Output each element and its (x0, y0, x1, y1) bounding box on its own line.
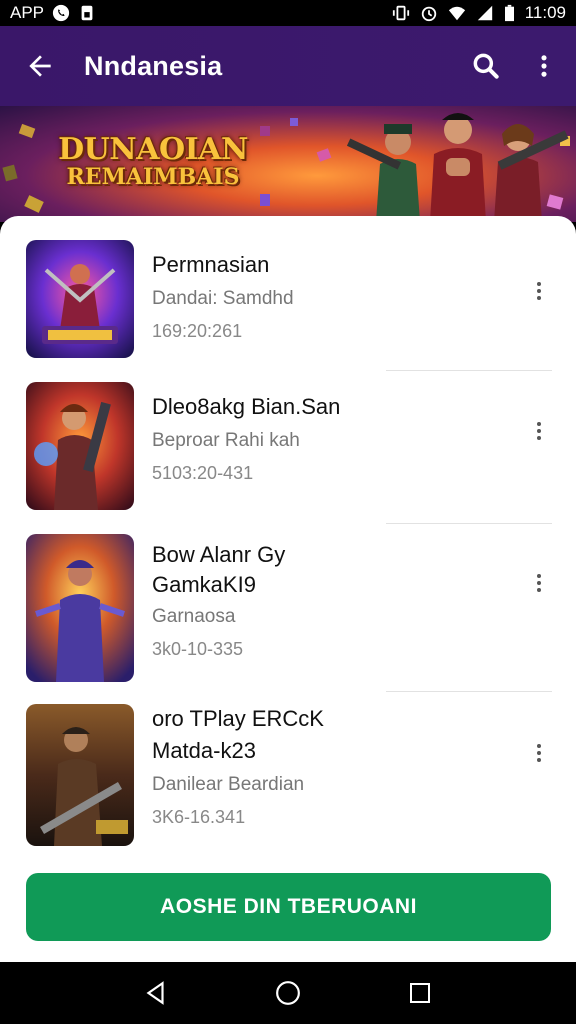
game-thumbnail (26, 704, 134, 846)
item-title-line2: Matda-k23 (152, 738, 256, 763)
item-developer: Danilear Beardian (152, 774, 305, 795)
banner-title-line2: REMAIMBAIS (66, 163, 240, 190)
item-title: Dleo8akg Bian.San (152, 394, 341, 419)
item-developer: Beproar Rahi kah (152, 430, 300, 451)
item-title-line1: oro TPlay ERCcK (152, 706, 324, 731)
promo-banner[interactable]: DUNAOIAN REMAIMBAIS (0, 106, 576, 222)
app-bar: Nndanesia (0, 26, 576, 106)
sim-icon (81, 5, 93, 21)
vibrate-icon (392, 5, 409, 21)
system-nav-bar (0, 962, 576, 1024)
item-title-line1: Bow Alanr Gy (152, 542, 286, 567)
nav-back-button[interactable] (136, 973, 176, 1013)
more-vert-icon (541, 55, 547, 77)
item-more-button[interactable] (526, 416, 552, 446)
app-list-sheet: Permnasian Dandai: Samdhd 169:20:261 Dle… (0, 216, 576, 962)
list-item[interactable]: Dleo8akg Bian.San Beproar Rahi kah 5103:… (0, 382, 576, 512)
status-bar: APP 11:09 (0, 0, 576, 26)
back-button[interactable] (12, 38, 68, 94)
list-item[interactable]: oro TPlay ERCcK Matda-k23 Danilear Beard… (0, 704, 576, 846)
search-button[interactable] (462, 42, 510, 90)
battery-icon (504, 4, 514, 22)
nav-back-icon (146, 981, 164, 1005)
list-item[interactable]: Permnasian Dandai: Samdhd 169:20:261 (0, 240, 576, 360)
signal-icon (477, 5, 492, 21)
item-meta: 3K6-16.341 (152, 807, 246, 827)
nav-recents-button[interactable] (400, 973, 440, 1013)
item-meta: 169:20:261 (152, 321, 243, 341)
app-title: Nndanesia (84, 50, 223, 81)
item-title-line2: GamkaKI9 (152, 572, 256, 597)
item-more-button[interactable] (526, 738, 552, 768)
wifi-icon (448, 6, 465, 21)
nav-recents-icon (410, 983, 430, 1003)
game-thumbnail (26, 240, 134, 358)
banner-title-line1: DUNAOIAN (58, 132, 248, 167)
item-more-button[interactable] (526, 568, 552, 598)
item-developer: Garnaosa (152, 606, 236, 627)
whatsapp-icon (52, 4, 70, 22)
banner-heroes-illustration (346, 113, 569, 222)
item-title: Permnasian (152, 252, 270, 277)
status-time: 11:09 (524, 3, 566, 22)
item-developer: Dandai: Samdhd (152, 288, 294, 309)
item-meta: 3k0-10-335 (152, 639, 244, 659)
overflow-menu-button[interactable] (520, 42, 568, 90)
item-more-button[interactable] (526, 276, 552, 306)
nav-home-icon (276, 981, 300, 1005)
game-thumbnail (26, 382, 134, 510)
divider (386, 370, 552, 371)
install-button[interactable]: AOSHE DIN TBERUOANI (26, 873, 551, 941)
back-arrow-icon (29, 55, 51, 77)
game-thumbnail (26, 534, 134, 682)
banner-title: DUNAOIAN REMAIMBAIS (58, 134, 248, 189)
status-app-label: APP (10, 3, 45, 22)
list-item[interactable]: Bow Alanr Gy GamkaKI9 Garnaosa 3k0-10-33… (0, 534, 576, 682)
divider (386, 691, 552, 692)
item-meta: 5103:20-431 (152, 463, 254, 483)
divider (386, 523, 552, 524)
search-icon (473, 53, 499, 79)
nav-home-button[interactable] (268, 973, 308, 1013)
alarm-icon (421, 6, 436, 22)
